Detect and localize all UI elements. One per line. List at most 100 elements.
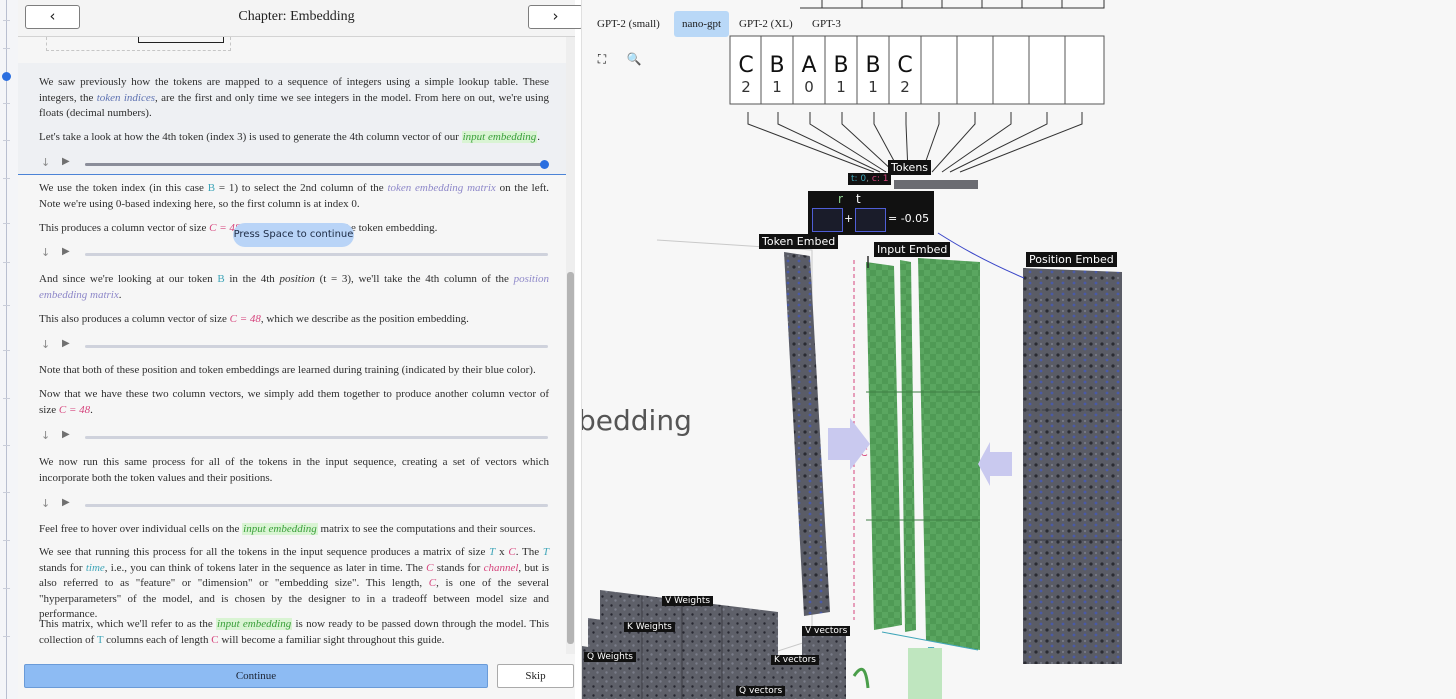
rail-tick[interactable]: [3, 140, 10, 141]
skip-button[interactable]: Skip: [497, 664, 574, 688]
add-computation-popup: r t + = -0.05: [808, 191, 934, 235]
step-progress-track[interactable]: [85, 504, 548, 507]
token-letter[interactable]: B: [833, 53, 848, 78]
input-embed-column-1[interactable]: [866, 262, 902, 630]
paragraph-ready: This matrix, which we'll refer to as the…: [39, 617, 549, 648]
rail-tick[interactable]: [3, 20, 10, 21]
text: Note that both of these position and tok…: [39, 364, 536, 376]
guide-scrollbar[interactable]: [566, 37, 575, 654]
term-token-indices: token indices: [96, 91, 155, 104]
progress-rail[interactable]: [0, 0, 19, 699]
continue-button[interactable]: Continue: [24, 664, 488, 688]
step-progress-track[interactable]: [85, 160, 549, 169]
term-input-embedding[interactable]: input embedding: [242, 523, 318, 535]
jump-down-icon[interactable]: ↓: [41, 429, 50, 442]
rail-tick[interactable]: [3, 588, 10, 589]
token-letter[interactable]: C: [897, 53, 912, 78]
jump-down-icon[interactable]: ↓: [41, 338, 50, 351]
paragraph-add: Now that we have these two column vector…: [39, 387, 549, 418]
rail-tick[interactable]: [3, 350, 10, 351]
guide-scroll-area[interactable]: We saw previously how the tokens are map…: [18, 37, 566, 654]
text: We now run this same process for all of …: [39, 456, 549, 484]
input-embed-column-3[interactable]: [918, 258, 980, 650]
rail-tick[interactable]: [3, 48, 10, 49]
term-token-embedding-matrix[interactable]: token embedding matrix: [387, 182, 495, 194]
paragraph-token-index: We use the token index (in this case B =…: [39, 181, 549, 212]
text: columns each of length: [106, 633, 209, 646]
rail-tick[interactable]: [3, 103, 10, 104]
attention-weights-stack[interactable]: [582, 590, 778, 699]
step-controls: ↓ ▶: [41, 338, 551, 353]
model-button-nano-gpt[interactable]: nano-gpt: [674, 11, 730, 37]
text: , i.e., you can think of tokens later in…: [104, 561, 423, 574]
next-chapter-button[interactable]: ›: [528, 5, 583, 29]
token-embed-matrix[interactable]: [784, 252, 830, 616]
jump-down-icon[interactable]: ↓: [41, 246, 50, 259]
paragraph-position-embedding: This also produces a column vector of si…: [39, 312, 549, 328]
step-progress-track[interactable]: [85, 436, 548, 439]
viz-canvas[interactable]: C2B1A0B1B1C2 bedding C T: [582, 0, 1456, 699]
continue-tooltip: Press Space to continue: [233, 223, 354, 247]
v-vectors-label: V vectors: [802, 626, 851, 636]
token-letter[interactable]: B: [865, 53, 880, 78]
chapter-title: Chapter: Embedding: [238, 9, 355, 24]
model-button-gpt3[interactable]: GPT-3: [804, 11, 849, 37]
input-embed-column-2[interactable]: [900, 260, 916, 632]
sum-value: = -0.05: [888, 212, 930, 225]
jump-down-icon[interactable]: ↓: [41, 156, 50, 169]
play-icon[interactable]: ▶: [62, 246, 70, 257]
model-button-gpt2-xl[interactable]: GPT-2 (XL): [731, 11, 801, 37]
text: We use the token index (in this case: [39, 182, 204, 194]
rail-tick[interactable]: [3, 262, 10, 263]
term-input-embedding[interactable]: input embedding: [461, 131, 538, 143]
text: This produces a column vector of size: [39, 222, 207, 234]
rail-tick[interactable]: [3, 540, 10, 541]
rail-tick[interactable]: [3, 223, 10, 224]
step-progress-track[interactable]: [85, 253, 548, 256]
rail-tick[interactable]: [3, 398, 10, 399]
text: .: [90, 403, 93, 416]
step-controls: ↓ ▶: [41, 429, 551, 444]
step-controls: ↓ ▶: [41, 156, 551, 171]
play-icon[interactable]: ▶: [62, 497, 70, 508]
rail-current-marker[interactable]: [2, 72, 11, 81]
rail-tick[interactable]: [3, 636, 10, 637]
play-icon[interactable]: ▶: [62, 338, 70, 349]
play-icon[interactable]: ▶: [62, 429, 70, 440]
scrollbar-thumb[interactable]: [567, 272, 574, 644]
token-letter[interactable]: B: [769, 53, 784, 78]
token-sequence-table[interactable]: [729, 35, 1105, 105]
position-embed-label: Position Embed: [1026, 252, 1117, 267]
text: x: [499, 546, 505, 558]
step-progress-track[interactable]: [85, 345, 548, 348]
rail-tick[interactable]: [3, 492, 10, 493]
fullscreen-icon[interactable]: ⛶: [591, 48, 613, 70]
symbol-t: T: [489, 546, 496, 558]
search-icon[interactable]: 🔍: [623, 48, 645, 70]
play-icon[interactable]: ▶: [62, 156, 70, 167]
t-label: t: [856, 192, 861, 206]
input-embed-label: Input Embed: [874, 242, 951, 257]
rail-tick[interactable]: [3, 445, 10, 446]
model-visualization[interactable]: C2B1A0B1B1C2 bedding C T: [581, 0, 1456, 699]
position-embed-matrix[interactable]: [1023, 268, 1122, 664]
chapter-header: ‹ Chapter: Embedding ›: [18, 0, 583, 37]
r-label: r: [838, 192, 843, 206]
step-progress-knob[interactable]: [540, 160, 549, 169]
rail-tick[interactable]: [3, 305, 10, 306]
term-time: time: [85, 561, 105, 574]
term-input-embedding[interactable]: input embedding: [216, 618, 293, 630]
model-button-gpt2-small[interactable]: GPT-2 (small): [589, 11, 668, 37]
jump-down-icon[interactable]: ↓: [41, 497, 50, 510]
token-letter[interactable]: A: [801, 53, 816, 78]
token-letter[interactable]: C: [738, 53, 753, 78]
text: stands for: [39, 561, 83, 574]
token-b: B: [217, 273, 225, 285]
symbol-c: C: [211, 633, 219, 646]
tokens-strip: [894, 180, 978, 189]
v-weights-label: V Weights: [662, 596, 714, 606]
downstream-flow: [908, 648, 942, 699]
rail-tick[interactable]: [3, 178, 10, 179]
section-label: bedding: [582, 404, 692, 437]
text: in the 4th: [229, 273, 275, 285]
